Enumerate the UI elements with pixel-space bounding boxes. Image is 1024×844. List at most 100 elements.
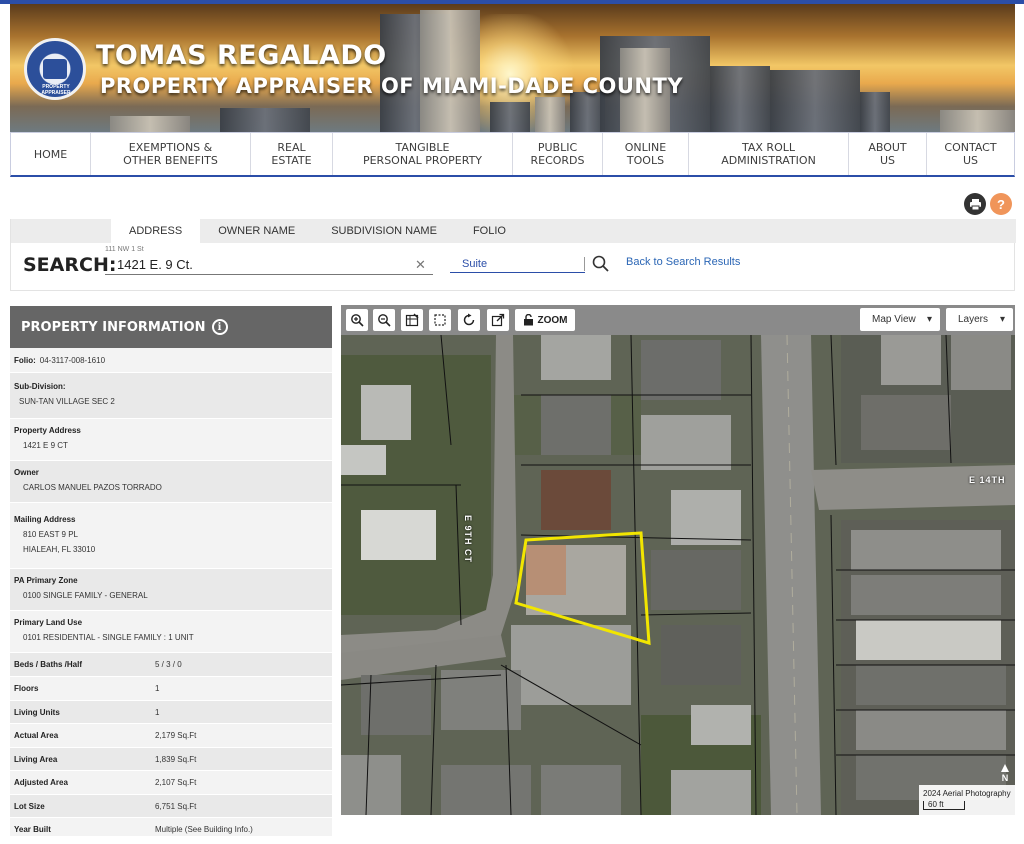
zoom-out-icon[interactable] (373, 309, 395, 331)
info-icon[interactable]: i (211, 319, 228, 335)
aerial-map-imagery (341, 335, 1015, 815)
stat-value: 2,179 Sq.Ft (155, 731, 197, 740)
folio-value: 04-3117-008-1610 (39, 355, 106, 365)
stat-label: Adjusted Area (14, 778, 68, 787)
mailing-line-1: 810 EAST 9 PL (23, 529, 78, 539)
folio-label: Folio: (14, 355, 36, 365)
stat-label: Lot Size (14, 801, 45, 811)
stat-label: Actual Area (14, 731, 59, 740)
seal-text: PROPERTY APPRAISER (41, 84, 71, 96)
banner-building (110, 116, 190, 132)
seal-emblem-icon (43, 59, 67, 79)
banner-building (860, 92, 890, 132)
search-tabs: ADDRESS OWNER NAME SUBDIVISION NAME FOLI… (11, 219, 1016, 243)
subdivision-value: SUN-TAN VILLAGE SEC 2 (19, 397, 115, 406)
north-label: N (1001, 773, 1009, 783)
north-arrow-icon: N (1001, 764, 1009, 783)
property-address-label: Property Address (14, 426, 81, 435)
tab-folio[interactable]: FOLIO (455, 219, 524, 243)
map-view-dropdown[interactable]: Map View (860, 308, 940, 331)
measure-icon[interactable] (401, 309, 423, 331)
stat-row-living-units: Living Units 1 (10, 701, 332, 724)
banner-tower (710, 66, 770, 132)
street-label-e9th-ct: E 9TH CT (463, 515, 473, 564)
nav-item-tax-roll[interactable]: TAX ROLL ADMINISTRATION (689, 133, 849, 175)
suite-input[interactable] (450, 255, 585, 273)
owner-label: Owner (14, 468, 39, 477)
land-use-value: 0101 RESIDENTIAL - SINGLE FAMILY : 1 UNI… (23, 633, 194, 642)
open-external-icon[interactable] (487, 309, 509, 331)
select-area-icon[interactable] (429, 309, 451, 331)
zoom-lock-button[interactable]: ZOOM (515, 309, 575, 331)
subdivision-label: Sub-Division: (14, 382, 66, 391)
refresh-icon[interactable] (458, 309, 480, 331)
stat-row-beds-baths: Beds / Baths /Half 5 / 3 / 0 (10, 653, 332, 677)
stat-label: Living Area (14, 754, 58, 764)
search-icon[interactable] (591, 254, 611, 274)
folio-row: Folio: 04-3117-008-1610 (10, 348, 332, 373)
address-search-input[interactable] (105, 255, 433, 275)
banner-building (940, 110, 1015, 132)
scale-bar: 2024 Aerial Photography 60 ft (919, 785, 1015, 815)
street-label-e14th: E 14TH (969, 475, 1006, 485)
layers-dropdown[interactable]: Layers (946, 308, 1013, 331)
stat-value: 1,839 Sq.Ft (155, 754, 197, 764)
tab-subdivision-name[interactable]: SUBDIVISION NAME (313, 219, 455, 243)
stat-label: Living Units (14, 707, 60, 717)
aerial-map[interactable]: E 9TH CT E 14TH N 2024 Aerial Photograph… (341, 335, 1015, 815)
main-nav: HOME EXEMPTIONS & OTHER BENEFITS REAL ES… (10, 132, 1015, 177)
stat-row-lot-size: Lot Size 6,751 Sq.Ft (10, 795, 332, 818)
stat-value: 6,751 Sq.Ft (155, 801, 197, 811)
banner-building (535, 97, 565, 132)
nav-item-public-records[interactable]: PUBLIC RECORDS (513, 133, 603, 175)
mailing-line-2: HIALEAH, FL 33010 (23, 544, 96, 554)
subdivision-row: Sub-Division: SUN-TAN VILLAGE SEC 2 (10, 373, 332, 419)
brand-subtitle: PROPERTY APPRAISER OF MIAMI-DADE COUNTY (100, 74, 684, 98)
primary-zone-row: PA Primary Zone 0100 SINGLE FAMILY - GEN… (10, 569, 332, 611)
land-use-row: Primary Land Use 0101 RESIDENTIAL - SING… (10, 611, 332, 653)
stat-value: 5 / 3 / 0 (155, 660, 182, 669)
banner-tower (420, 10, 480, 132)
stat-value: 2,107 Sq.Ft (155, 778, 197, 787)
unlock-icon (523, 314, 533, 326)
property-info-header: PROPERTY INFORMATION i (10, 306, 332, 348)
banner-building (220, 108, 310, 132)
nav-item-exemptions[interactable]: EXEMPTIONS & OTHER BENEFITS (91, 133, 251, 175)
tab-owner-name[interactable]: OWNER NAME (200, 219, 313, 243)
stat-value: 1 (155, 707, 160, 717)
scale-value: 60 ft (923, 801, 965, 810)
primary-zone-value: 0100 SINGLE FAMILY - GENERAL (23, 591, 148, 600)
stat-row-floors: Floors 1 (10, 677, 332, 701)
back-to-results-link[interactable]: Back to Search Results (626, 256, 740, 268)
land-use-label: Primary Land Use (14, 618, 83, 627)
tab-address[interactable]: ADDRESS (111, 219, 201, 243)
county-seal-logo[interactable]: PROPERTY APPRAISER (24, 38, 86, 100)
search-divider (584, 257, 585, 271)
map-toolbar: ZOOM Map View Layers (341, 305, 1015, 335)
nav-item-online-tools[interactable]: ONLINE TOOLS (603, 133, 689, 175)
mailing-address-label: Mailing Address (14, 514, 76, 524)
property-address-value: 1421 E 9 CT (23, 441, 68, 450)
nav-item-tangible-property[interactable]: TANGIBLE PERSONAL PROPERTY (333, 133, 513, 175)
stat-row-year-built: Year Built Multiple (See Building Info.) (10, 818, 332, 842)
print-icon[interactable] (964, 193, 986, 215)
search-hint: 111 NW 1 St (105, 246, 144, 253)
nav-item-contact[interactable]: CONTACT US (927, 133, 1014, 175)
help-icon[interactable]: ? (990, 193, 1012, 215)
nav-item-about[interactable]: ABOUT US (849, 133, 927, 175)
stat-label: Floors (14, 684, 39, 693)
primary-zone-label: PA Primary Zone (14, 576, 78, 585)
brand-name: TOMAS REGALADO (96, 40, 387, 71)
property-info-panel: PROPERTY INFORMATION i Folio: 04-3117-00… (10, 306, 332, 842)
map-panel: ZOOM Map View Layers (341, 305, 1015, 815)
search-label: SEARCH: (23, 254, 117, 276)
clear-search-icon[interactable]: ✕ (415, 257, 426, 273)
zoom-in-icon[interactable] (346, 309, 368, 331)
nav-item-real-estate[interactable]: REAL ESTATE (251, 133, 333, 175)
nav-item-home[interactable]: HOME (11, 133, 91, 175)
zoom-label: ZOOM (537, 314, 568, 326)
stat-row-living-area: Living Area 1,839 Sq.Ft (10, 748, 332, 771)
owner-value: CARLOS MANUEL PAZOS TORRADO (23, 483, 162, 492)
property-info-title: PROPERTY INFORMATION (21, 319, 206, 335)
banner-tower (770, 70, 860, 132)
